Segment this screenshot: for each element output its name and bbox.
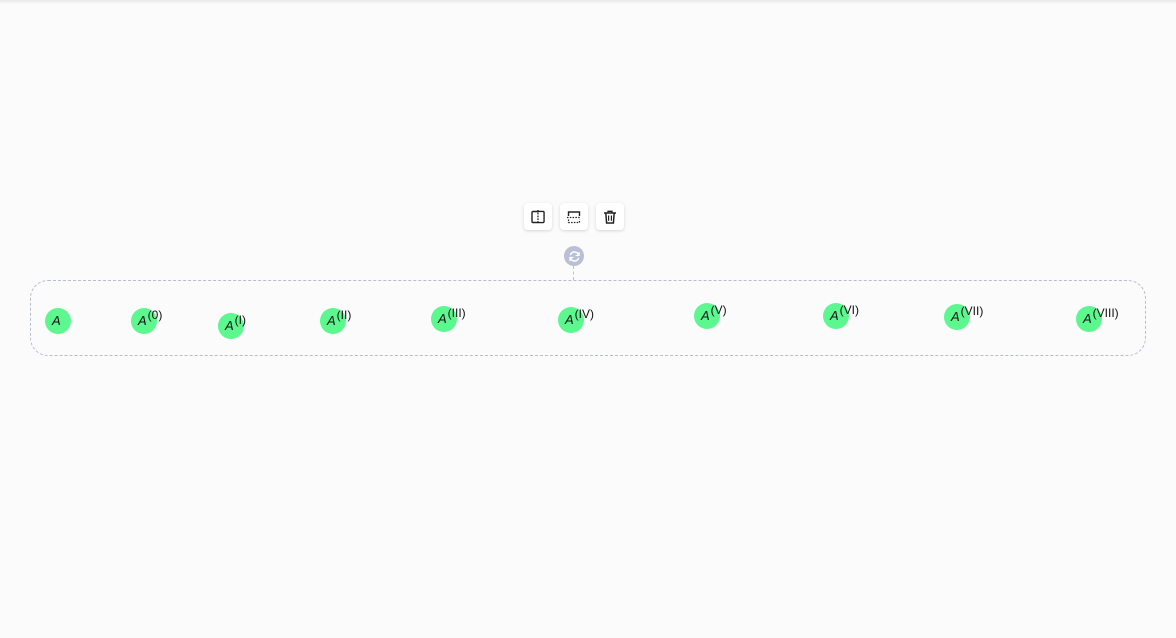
rotate-icon — [568, 250, 580, 262]
split-vertical-icon — [531, 209, 545, 224]
node-a[interactable] — [45, 308, 71, 334]
node-a-iv[interactable] — [558, 307, 584, 333]
trash-icon — [604, 210, 616, 224]
rotate-connector — [573, 266, 574, 280]
node-toolbar — [524, 203, 624, 230]
selection-box[interactable] — [30, 280, 1146, 356]
node-a-vii[interactable] — [944, 304, 970, 330]
split-horizontal-button[interactable] — [560, 203, 588, 230]
rotate-handle[interactable] — [564, 246, 584, 266]
top-shadow — [0, 0, 1176, 4]
split-vertical-button[interactable] — [524, 203, 552, 230]
node-a-ii[interactable] — [320, 308, 346, 334]
node-a-i[interactable] — [218, 313, 244, 339]
node-a-vi[interactable] — [823, 303, 849, 329]
node-a-v[interactable] — [694, 303, 720, 329]
delete-button[interactable] — [596, 203, 624, 230]
node-a-iii[interactable] — [431, 306, 457, 332]
node-a-0[interactable] — [131, 308, 157, 334]
split-horizontal-icon — [567, 210, 581, 223]
node-a-viii[interactable] — [1076, 306, 1102, 332]
